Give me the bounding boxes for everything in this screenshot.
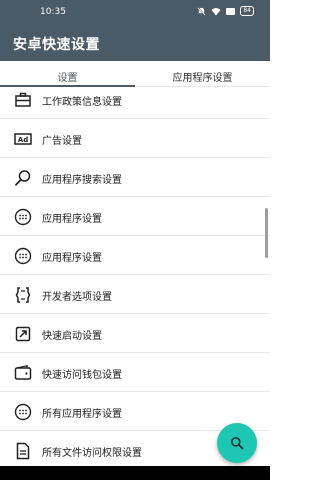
scrollbar[interactable] bbox=[265, 208, 268, 258]
settings-list[interactable]: 工作政策信息设置 Ad 广告设置 应用程序搜索设置 应用程序设置 应用程序设置 bbox=[0, 87, 270, 462]
list-item-quick-launch[interactable]: 快速启动设置 bbox=[0, 314, 270, 353]
ad-icon: Ad bbox=[14, 133, 32, 145]
list-item-label: 所有应用程序设置 bbox=[42, 409, 122, 420]
developer-options-icon bbox=[15, 287, 31, 303]
status-time: 10:35 bbox=[40, 7, 66, 17]
list-item-app-settings[interactable]: 应用程序设置 bbox=[0, 197, 270, 236]
apps-circle-icon bbox=[14, 247, 32, 265]
list-item-label: 开发者选项设置 bbox=[42, 292, 112, 303]
list-item-developer-options[interactable]: 开发者选项设置 bbox=[0, 275, 270, 314]
list-item-label: 快速启动设置 bbox=[42, 331, 102, 342]
search-icon bbox=[231, 437, 244, 450]
list-item-label: 应用程序搜索设置 bbox=[42, 175, 122, 186]
status-icons: 84 bbox=[197, 6, 254, 16]
list-item-wallet[interactable]: 快速访问钱包设置 bbox=[0, 353, 270, 392]
list-item-label: 快速访问钱包设置 bbox=[42, 370, 122, 381]
system-nav-bar bbox=[0, 466, 270, 480]
list-item-ads[interactable]: Ad 广告设置 bbox=[0, 119, 270, 158]
app-title: 安卓快速设置 bbox=[13, 37, 100, 53]
tab-bar: 设置 应用程序设置 bbox=[0, 61, 270, 87]
quick-launch-icon bbox=[15, 326, 31, 342]
search-icon bbox=[15, 170, 31, 186]
apps-circle-icon bbox=[14, 208, 32, 226]
wallet-icon bbox=[14, 364, 32, 380]
svg-text:Ad: Ad bbox=[18, 136, 28, 144]
battery-level: 84 bbox=[240, 6, 254, 16]
apps-circle-icon bbox=[14, 403, 32, 421]
list-item-label: 所有文件访问权限设置 bbox=[42, 448, 142, 459]
list-item-work-policy[interactable]: 工作政策信息设置 bbox=[0, 87, 270, 119]
list-item-label: 应用程序设置 bbox=[42, 253, 102, 264]
app-bar: 安卓快速设置 bbox=[0, 24, 270, 61]
list-item-app-search[interactable]: 应用程序搜索设置 bbox=[0, 158, 270, 197]
file-icon bbox=[16, 442, 30, 460]
tab-settings[interactable]: 设置 bbox=[0, 61, 135, 87]
tab-app-settings[interactable]: 应用程序设置 bbox=[135, 61, 270, 86]
status-bar: 10:35 84 bbox=[0, 0, 270, 24]
list-item-label: 应用程序设置 bbox=[42, 214, 102, 225]
briefcase-icon bbox=[15, 92, 31, 107]
mute-icon bbox=[197, 6, 206, 16]
list-item-label: 广告设置 bbox=[42, 136, 82, 147]
search-fab-button[interactable] bbox=[217, 423, 257, 463]
signal-icon bbox=[226, 7, 236, 15]
list-item-label: 工作政策信息设置 bbox=[42, 97, 122, 108]
wifi-icon bbox=[211, 7, 221, 15]
list-item-app-settings-2[interactable]: 应用程序设置 bbox=[0, 236, 270, 275]
